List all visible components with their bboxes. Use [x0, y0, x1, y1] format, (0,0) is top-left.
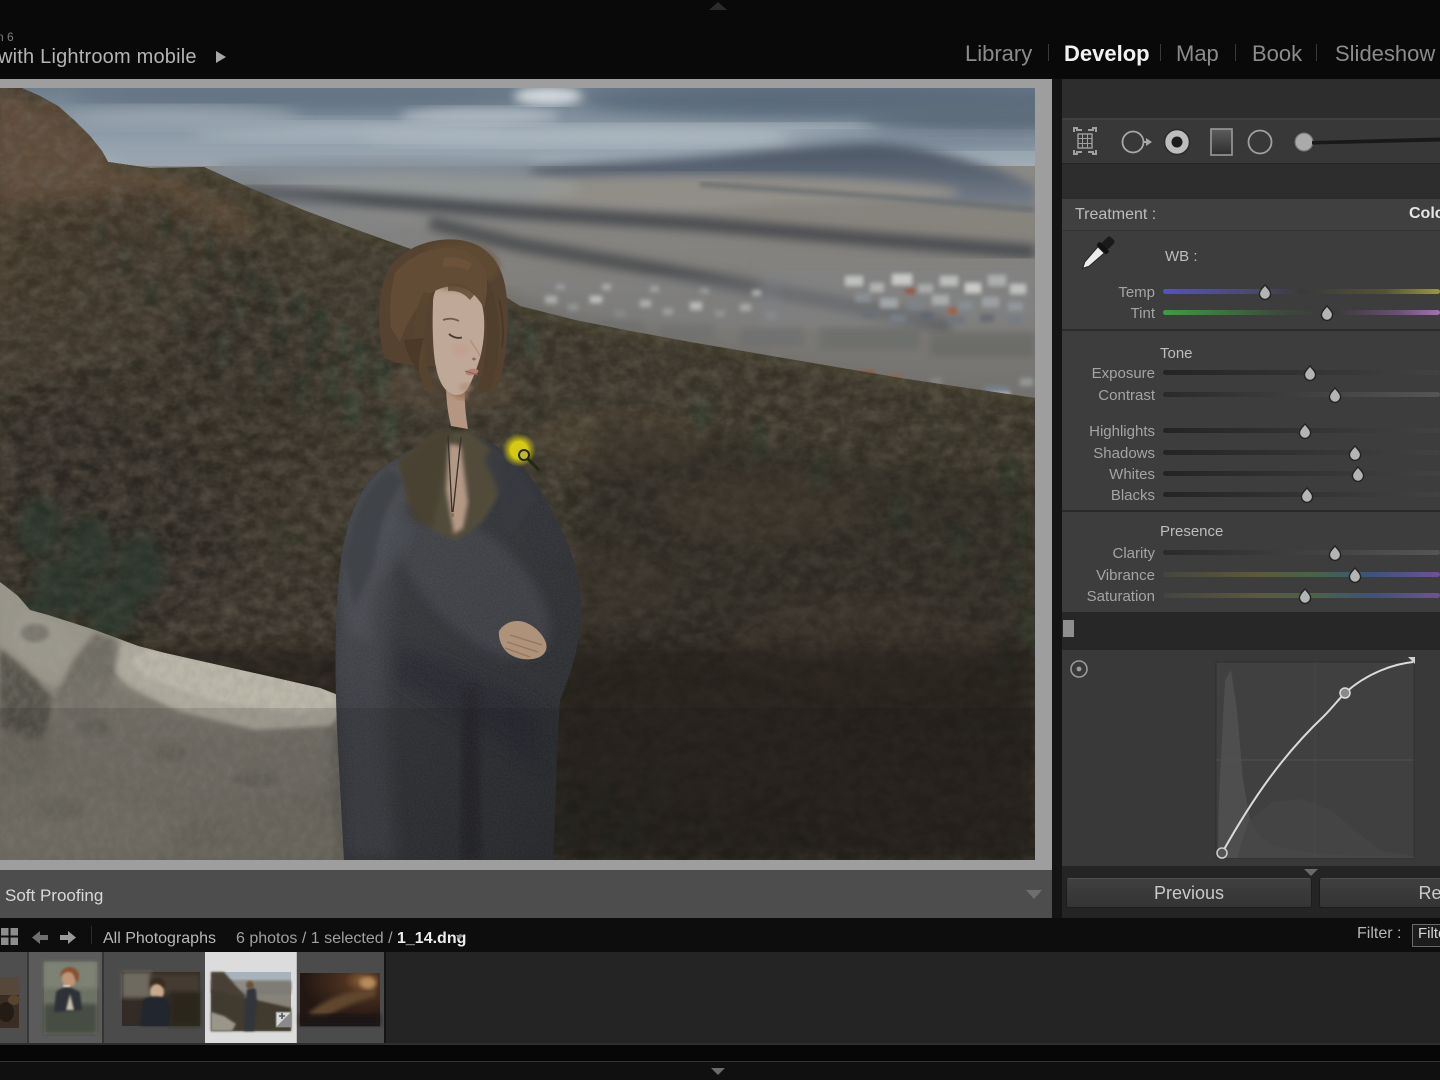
svg-text:Shadows: Shadows: [1093, 445, 1155, 462]
svg-text:Vibrance: Vibrance: [1096, 567, 1155, 584]
svg-text:Contrast: Contrast: [1098, 387, 1156, 404]
svg-text:Exposure: Exposure: [1092, 365, 1155, 382]
svg-text:6 photos / 1 selected / 1_14.d: 6 photos / 1 selected / 1_14.dng: [236, 930, 466, 947]
svg-text:Clarity: Clarity: [1112, 545, 1155, 562]
svg-text:Presence: Presence: [1160, 523, 1223, 540]
svg-text:Highlights: Highlights: [1089, 423, 1155, 440]
svg-text:Saturation: Saturation: [1087, 588, 1155, 605]
svg-text:Tone: Tone: [1160, 345, 1193, 362]
svg-text:Blacks: Blacks: [1111, 487, 1155, 504]
svg-text:Tint: Tint: [1131, 305, 1156, 322]
svg-text:Temp: Temp: [1118, 284, 1155, 301]
svg-text:Whites: Whites: [1109, 466, 1155, 483]
svg-text:All Photographs: All Photographs: [103, 930, 216, 947]
